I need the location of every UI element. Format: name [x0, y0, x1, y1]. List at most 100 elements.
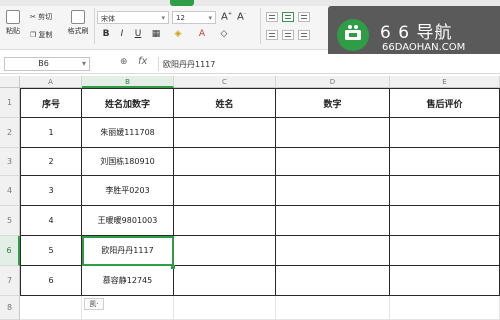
- table-cell[interactable]: [174, 176, 276, 206]
- table-cell[interactable]: [174, 266, 276, 296]
- copy-button[interactable]: ❐ 复制: [30, 30, 53, 40]
- table-header-cell[interactable]: 数字: [276, 89, 390, 118]
- name-box[interactable]: B6 ▾: [4, 57, 90, 71]
- select-all-corner[interactable]: [0, 76, 20, 88]
- empty-cell[interactable]: [20, 296, 82, 320]
- align-bottom-button[interactable]: [298, 12, 310, 22]
- ribbon-divider: [94, 8, 95, 44]
- empty-cell[interactable]: [174, 296, 276, 320]
- table-cell[interactable]: [174, 118, 276, 148]
- cell-reference: B6: [38, 59, 49, 68]
- table-cell[interactable]: [276, 236, 390, 266]
- table-cell[interactable]: 刘国栋180910: [82, 148, 174, 176]
- table-header-cell[interactable]: 售后评价: [390, 89, 500, 118]
- format-painter-label: 格式刷: [67, 27, 89, 35]
- increase-font-button[interactable]: A+: [221, 11, 232, 22]
- clear-format-button[interactable]: ◇: [218, 28, 230, 40]
- formula-bar: B6 ▾ ⊕ fx 欧阳丹丹1117: [0, 54, 500, 74]
- table-cell[interactable]: 朱丽媛111708: [82, 118, 174, 148]
- column-header-d[interactable]: D: [276, 76, 390, 88]
- table-cell[interactable]: 1: [21, 118, 82, 148]
- decrease-font-button[interactable]: A-: [237, 11, 246, 22]
- formula-input[interactable]: 欧阳丹丹1117: [158, 57, 496, 71]
- row-header-2[interactable]: 2: [0, 118, 20, 148]
- table-cell[interactable]: 6: [21, 266, 82, 296]
- logo-title: 6 6 导航: [380, 23, 453, 43]
- table-cell[interactable]: 慕容静12745: [82, 266, 174, 296]
- scissors-icon: ✂: [30, 13, 36, 21]
- table-cell[interactable]: [390, 148, 500, 176]
- bold-button[interactable]: B: [100, 28, 112, 40]
- table-cell[interactable]: [390, 266, 500, 296]
- paste-options-button[interactable]: 凯·: [84, 298, 104, 310]
- align-top-button[interactable]: [266, 12, 278, 22]
- row-header-1[interactable]: 1: [0, 88, 20, 118]
- paste-button[interactable]: 粘贴: [2, 10, 24, 36]
- border-button[interactable]: ▦: [150, 28, 162, 40]
- table-cell[interactable]: [390, 236, 500, 266]
- table-cell[interactable]: [276, 148, 390, 176]
- table-cell[interactable]: [276, 206, 390, 236]
- table-header-cell[interactable]: 姓名加数字: [82, 89, 174, 118]
- logo-subtitle: 66DAOHAN.COM: [382, 42, 466, 53]
- fx-label[interactable]: fx: [138, 56, 147, 67]
- table-cell[interactable]: [276, 266, 390, 296]
- fill-color-button[interactable]: ◈: [172, 28, 184, 40]
- chevron-down-icon: ▾: [161, 14, 165, 22]
- align-left-button[interactable]: [266, 30, 278, 40]
- table-cell[interactable]: 4: [21, 206, 82, 236]
- fill-handle[interactable]: [171, 265, 175, 269]
- copy-label: 复制: [38, 31, 53, 39]
- column-header-e[interactable]: E: [390, 76, 500, 88]
- font-family-value: 宋体: [101, 15, 115, 23]
- table-cell[interactable]: 3: [21, 176, 82, 206]
- chevron-down-icon: ▾: [208, 14, 212, 22]
- table-cell[interactable]: [276, 176, 390, 206]
- format-painter-button[interactable]: 格式刷: [64, 10, 92, 36]
- table-cell[interactable]: [174, 236, 276, 266]
- row-header-7[interactable]: 7: [0, 266, 20, 296]
- table-cell[interactable]: [390, 206, 500, 236]
- table-cell[interactable]: [174, 148, 276, 176]
- tab-home[interactable]: [170, 0, 194, 6]
- italic-button[interactable]: I: [116, 28, 128, 40]
- chevron-down-icon: ▾: [81, 59, 86, 68]
- empty-cell[interactable]: [390, 296, 500, 320]
- empty-cell[interactable]: [276, 296, 390, 320]
- row-header-8[interactable]: 8: [0, 296, 20, 320]
- align-middle-button[interactable]: [282, 12, 294, 22]
- table-header-cell[interactable]: 序号: [21, 89, 82, 118]
- table-cell[interactable]: [174, 206, 276, 236]
- logo-icon: [337, 19, 369, 51]
- font-family-select[interactable]: 宋体 ▾: [97, 11, 169, 24]
- font-color-button[interactable]: A: [196, 28, 208, 40]
- active-cell[interactable]: 欧阳丹丹1117: [82, 236, 174, 266]
- paste-icon: [6, 10, 20, 24]
- cut-button[interactable]: ✂ 剪切: [30, 12, 52, 22]
- table-cell[interactable]: [276, 118, 390, 148]
- zoom-icon[interactable]: ⊕: [120, 57, 128, 67]
- column-header-b[interactable]: B: [82, 76, 174, 88]
- table-header-cell[interactable]: 姓名: [174, 89, 276, 118]
- table-cell[interactable]: [390, 118, 500, 148]
- table-cell[interactable]: 5: [21, 236, 82, 266]
- align-right-button[interactable]: [298, 30, 310, 40]
- paste-label: 粘贴: [6, 27, 20, 35]
- copy-icon: ❐: [30, 31, 37, 39]
- table-cell[interactable]: 王暖暖9801003: [82, 206, 174, 236]
- cut-label: 剪切: [38, 13, 53, 21]
- row-header-4[interactable]: 4: [0, 176, 20, 206]
- row-header-5[interactable]: 5: [0, 206, 20, 236]
- table-cell[interactable]: 李胜平0203: [82, 176, 174, 206]
- row-header-3[interactable]: 3: [0, 148, 20, 176]
- underline-button[interactable]: U: [132, 28, 144, 40]
- align-center-button[interactable]: [282, 30, 294, 40]
- font-size-value: 12: [176, 14, 185, 22]
- ribbon-divider: [260, 8, 261, 44]
- table-cell[interactable]: 2: [21, 148, 82, 176]
- font-size-select[interactable]: 12 ▾: [172, 11, 216, 24]
- row-header-6[interactable]: 6: [0, 236, 20, 266]
- table-cell[interactable]: [390, 176, 500, 206]
- column-header-c[interactable]: C: [174, 76, 276, 88]
- column-header-a[interactable]: A: [20, 76, 82, 88]
